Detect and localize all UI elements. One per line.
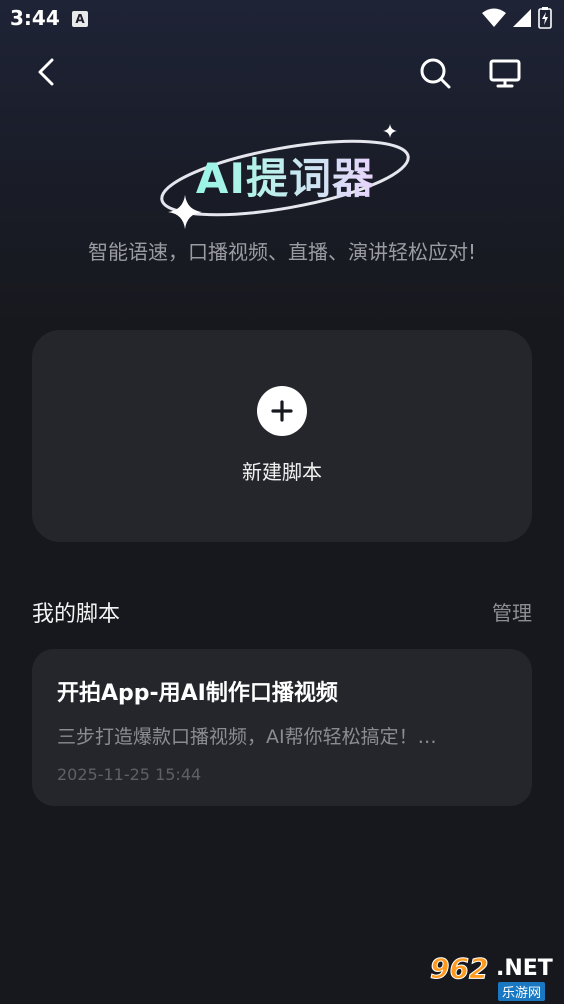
new-script-card[interactable]: 新建脚本 xyxy=(32,330,532,542)
chevron-left-icon xyxy=(38,58,54,86)
site-watermark-logo: 962 .NET 乐游网 xyxy=(424,952,558,1001)
watermark-cn: 乐游网 xyxy=(498,982,546,1001)
search-icon xyxy=(420,58,451,89)
watermark-domain: .NET xyxy=(496,956,553,981)
status-time: 3:44 xyxy=(10,6,60,30)
notification-icon: A xyxy=(72,11,88,27)
sparkle-icon xyxy=(168,195,202,229)
script-title: 开拍App-用AI制作口播视频 xyxy=(57,681,338,706)
hero-title: AI提词器 xyxy=(178,145,393,206)
monitor-icon xyxy=(489,59,521,88)
screen-cast-button[interactable] xyxy=(486,54,524,92)
signal-icon xyxy=(513,9,531,27)
hero-logo: AI提词器 xyxy=(150,120,420,230)
wifi-icon xyxy=(482,8,506,27)
top-bar xyxy=(0,48,564,98)
battery-icon xyxy=(538,7,552,29)
sparkle-small-icon xyxy=(383,124,397,138)
search-button[interactable] xyxy=(416,54,454,92)
script-item[interactable]: 开拍App-用AI制作口播视频 三步打造爆款口播视频，AI帮你轻松搞定！… 20… xyxy=(32,649,532,806)
system-icons xyxy=(482,7,552,29)
script-date: 2025-11-25 15:44 xyxy=(57,765,202,784)
manage-button[interactable]: 管理 xyxy=(492,597,532,626)
hero-subtitle: 智能语速，口播视频、直播、演讲轻松应对! xyxy=(87,240,477,264)
status-bar: 3:44 A xyxy=(0,0,564,38)
back-button[interactable] xyxy=(30,54,66,90)
new-script-label: 新建脚本 xyxy=(242,460,322,484)
add-script-button[interactable] xyxy=(257,386,307,436)
plus-icon xyxy=(271,400,293,422)
my-scripts-title: 我的脚本 xyxy=(32,602,121,627)
script-description: 三步打造爆款口播视频，AI帮你轻松搞定！… xyxy=(57,726,437,748)
watermark-number: 962 xyxy=(429,952,489,986)
